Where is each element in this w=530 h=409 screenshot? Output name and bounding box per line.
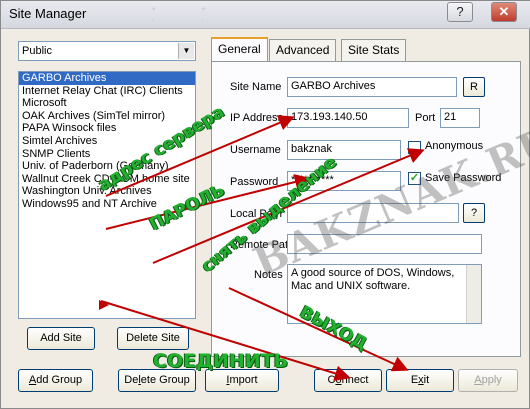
site-name-field[interactable]: GARBO Archives [287,77,457,97]
browse-button[interactable]: ? [463,203,485,223]
tab-site-stats[interactable]: Site Stats [341,39,407,61]
list-item[interactable]: Microsoft [19,97,195,110]
site-group-select[interactable]: Public ▼ [18,41,196,61]
list-item[interactable]: Internet Relay Chat (IRC) Clients [19,85,195,98]
title-ghost-mark: · [151,14,154,24]
list-item[interactable]: GARBO Archives [19,72,195,85]
import-button[interactable]: Import [205,369,279,392]
connect-button[interactable]: Connect [314,369,382,392]
chevron-down-icon[interactable]: ▼ [178,43,194,59]
tab-advanced[interactable]: Advanced [269,39,337,61]
notes-scrollbar[interactable] [466,265,481,323]
title-ghost-mark: + [151,4,157,14]
site-group-value: Public [22,45,52,57]
list-item[interactable]: OAK Archives (SimTel mirror) [19,110,195,123]
notes-text: A good source of DOS, Windows, Mac and U… [291,267,455,292]
close-button[interactable]: ✕ [491,2,517,22]
rename-button[interactable]: R [463,77,485,97]
window-title: Site Manager [9,6,87,21]
site-name-label: Site Name [230,81,282,93]
apply-button[interactable]: Apply [458,369,518,392]
ip-address-label: IP Address [230,112,283,124]
exit-button[interactable]: Exit [386,369,454,392]
port-field[interactable]: 21 [440,108,480,128]
annotation-connect: СОЕДИНИТЬ [153,350,289,372]
title-bar: Site Manager + + · · ? ✕ [1,1,530,29]
delete-site-button[interactable]: Delete Site [117,327,189,350]
tab-general[interactable]: General [211,37,268,62]
help-button[interactable]: ? [447,2,473,22]
username-label: Username [230,144,281,156]
title-ghost-mark: · [201,14,204,24]
username-field[interactable]: bakznak [287,140,401,160]
add-site-button[interactable]: Add Site [27,327,95,350]
add-group-button[interactable]: Add Group [18,369,93,392]
anonymous-checkbox[interactable] [408,141,421,154]
site-manager-window: Site Manager + + · · ? ✕ Public ▼ GARBO … [0,0,530,409]
port-label: Port [415,112,436,124]
title-ghost-mark: + [201,4,207,14]
site-list[interactable]: GARBO Archives Internet Relay Chat (IRC)… [18,71,196,319]
ip-address-field[interactable]: 173.193.140.50 [287,108,409,128]
password-label: Password [230,176,279,188]
delete-group-button[interactable]: Delete Group [118,369,196,392]
